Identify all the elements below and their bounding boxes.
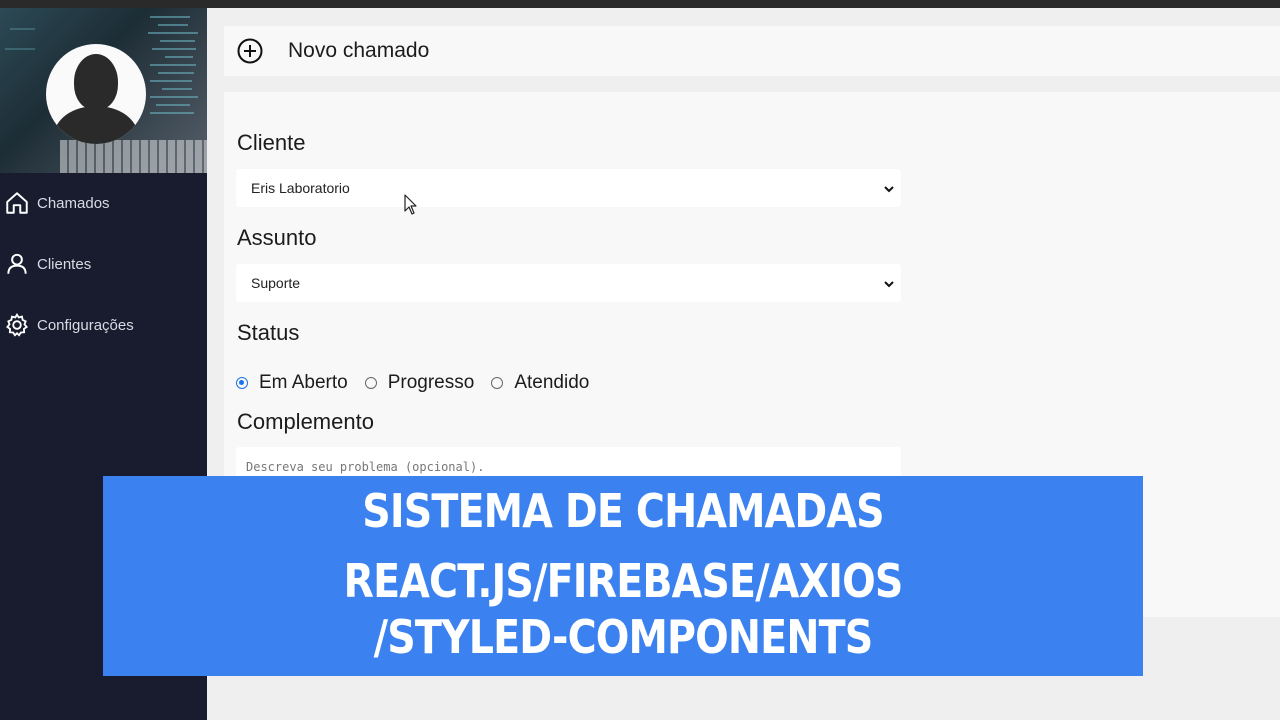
sidebar-item-chamados[interactable]: Chamados: [0, 183, 207, 223]
chevron-down-icon: [883, 182, 895, 194]
chevron-down-icon: [883, 277, 895, 289]
sidebar-cover-image: [0, 8, 207, 173]
assunto-select-value: Suporte: [251, 275, 301, 291]
status-label: Status: [237, 320, 300, 345]
banner-line-3: /STYLED-COMPONENTS: [373, 610, 874, 664]
avatar[interactable]: [46, 44, 146, 144]
status-radio-em-aberto[interactable]: [236, 377, 248, 389]
mouse-cursor-icon: [404, 194, 418, 216]
window-top-bar: [0, 0, 1280, 8]
user-icon: [2, 249, 32, 279]
sidebar-item-clientes[interactable]: Clientes: [0, 244, 207, 284]
status-radio-progresso[interactable]: [364, 377, 377, 389]
page-title: Novo chamado: [288, 39, 430, 62]
complemento-placeholder: Descreva seu problema (opcional).: [246, 460, 485, 474]
gear-icon: [2, 310, 32, 340]
assunto-label: Assunto: [237, 225, 317, 250]
cliente-select-value: Eris Laboratorio: [251, 180, 350, 196]
complemento-label: Complemento: [237, 409, 374, 434]
cliente-select[interactable]: Eris Laboratorio: [236, 169, 901, 207]
home-icon: [2, 188, 32, 218]
status-option-label[interactable]: Em Aberto: [259, 372, 348, 394]
assunto-select[interactable]: Suporte: [236, 264, 901, 302]
status-radio-group: Em Aberto Progresso Atendido: [236, 372, 606, 394]
status-radio-atendido[interactable]: [491, 377, 504, 389]
status-option-label[interactable]: Progresso: [388, 372, 475, 394]
title-banner: SISTEMA DE CHAMADAS REACT.JS/FIREBASE/AX…: [103, 476, 1143, 676]
sidebar-item-configuracoes[interactable]: Configurações: [0, 305, 207, 345]
banner-line-2: REACT.JS/FIREBASE/AXIOS: [343, 554, 904, 608]
status-option-label[interactable]: Atendido: [514, 372, 589, 394]
sidebar-item-label: Clientes: [37, 255, 92, 273]
sidebar-item-label: Chamados: [37, 194, 110, 212]
sidebar-item-label: Configurações: [37, 316, 134, 334]
banner-line-1: SISTEMA DE CHAMADAS: [362, 484, 884, 538]
plus-circle-icon: [236, 37, 264, 65]
page-header: Novo chamado: [224, 26, 1280, 76]
cliente-label: Cliente: [237, 130, 306, 155]
